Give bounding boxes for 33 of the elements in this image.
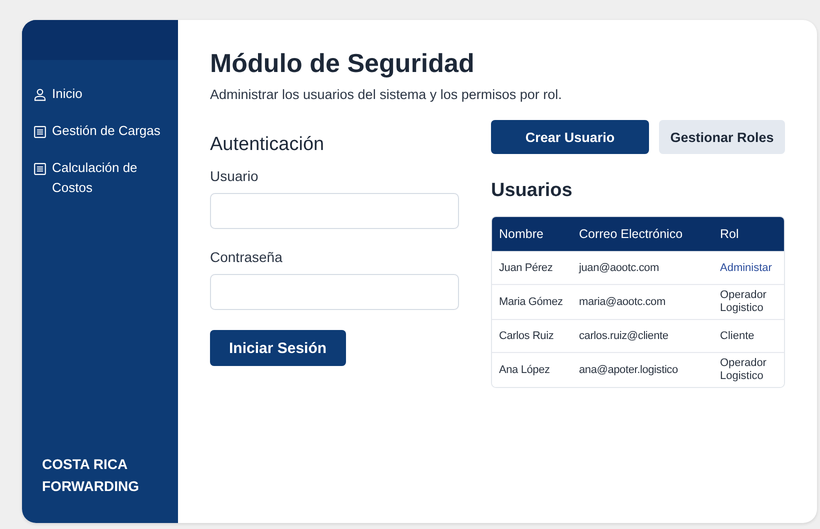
column-header: Nombre: [498, 227, 544, 241]
table-cell-text: Administar: [719, 262, 773, 274]
input-field[interactable]: [210, 193, 459, 229]
field-label: Contraseña: [210, 249, 284, 265]
nav-item[interactable]: Inicio: [34, 84, 168, 107]
document-icon: [34, 126, 46, 138]
column-header: Correo Electrónico: [578, 227, 684, 241]
action-button[interactable]: Gestionar Roles: [659, 120, 785, 154]
nav-item[interactable]: Calculación de Costos: [34, 158, 168, 198]
table-cell-text: Carlos Ruiz: [498, 330, 555, 342]
table-cell-text: Operador Logistico: [719, 289, 768, 315]
table-cell-text: Maria Gómez: [498, 296, 564, 308]
table-cell-text: carlos.ruiz@cliente: [578, 330, 670, 342]
input-field[interactable]: [210, 274, 459, 310]
column-header: Rol: [719, 227, 740, 241]
user-icon: [34, 88, 46, 101]
brand-name: COSTA RICA FORWARDING: [41, 455, 140, 496]
table-cell-text: Operador Logistico: [719, 357, 768, 383]
table-cell-text: maria@aootc.com: [578, 296, 666, 308]
table-cell-text: ana@apoter.logistico: [578, 364, 679, 376]
section-title: Usuarios: [491, 180, 574, 202]
action-button[interactable]: Crear Usuario: [491, 120, 649, 154]
document-icon: [34, 163, 46, 175]
field-label: Usuario: [210, 168, 260, 184]
page-subtitle: Administrar los usuarios del sistema y los permisos por rol.: [210, 87, 563, 102]
table-cell-text: Juan Pérez: [498, 262, 554, 274]
table-cell-text: Cliente: [719, 330, 756, 342]
table-cell-text: Ana López: [498, 364, 551, 376]
page-title: Módulo de Seguridad: [210, 48, 476, 79]
section-title: Autenticación: [210, 134, 326, 156]
login-button[interactable]: Iniciar Sesión: [210, 330, 346, 366]
table-cell-text: juan@aootc.com: [578, 262, 660, 274]
nav-item[interactable]: Gestión de Cargas: [34, 121, 168, 144]
